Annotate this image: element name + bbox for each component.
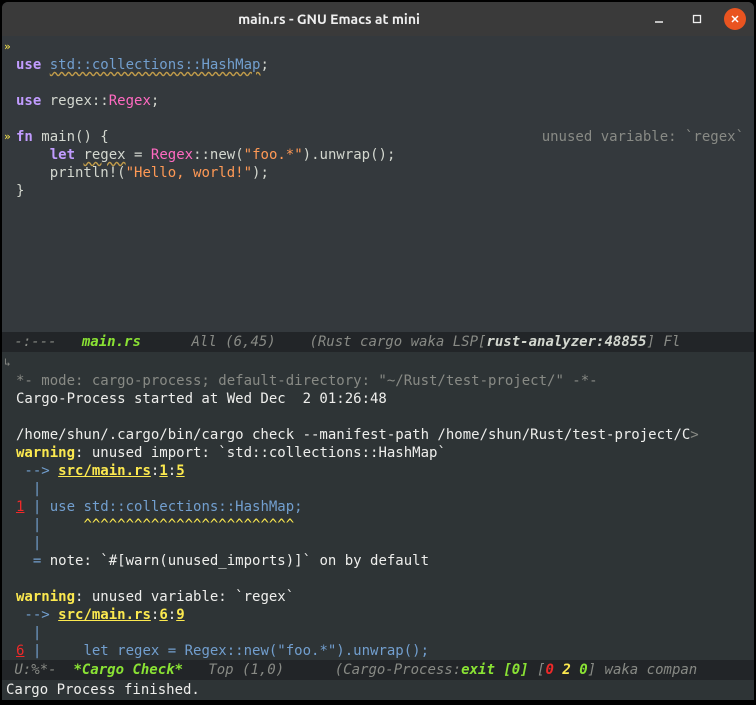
warning-label: warning [16, 589, 75, 605]
code-variable: regex [83, 147, 125, 163]
fringe-warning-icon: » [4, 128, 11, 146]
buffer-name: main.rs [65, 334, 141, 350]
close-button[interactable] [724, 8, 746, 30]
diagnostic-caret: ^^^^^^^^^^^^^^^^^^^^^^^^^ [83, 517, 294, 533]
modeline-top[interactable]: -:--- main.rs All (6,45) (Rust cargo wak… [2, 332, 754, 352]
emacs-window: main.rs - GNU Emacs at mini »use std::co… [2, 2, 754, 700]
code-keyword: use [16, 93, 41, 109]
code-keyword: let [50, 147, 75, 163]
warning-label: warning [16, 445, 75, 461]
process-exit-status: exit [0] [461, 662, 528, 678]
inline-diagnostic: unused variable: `regex` [542, 128, 744, 146]
editor-pane[interactable]: »use std::collections::HashMap; use rege… [2, 36, 754, 332]
src-location-link[interactable]: src/main.rs [58, 607, 151, 623]
code-import-path: std::collections::HashMap [50, 57, 261, 73]
modeline-bottom[interactable]: U:%*- *Cargo Check* Top (1,0) (Cargo-Pro… [2, 660, 754, 680]
minimize-button[interactable] [648, 8, 670, 30]
output-command: /home/shun/.cargo/bin/cargo check --mani… [16, 427, 690, 443]
window-buttons [648, 8, 746, 30]
code-keyword: fn [16, 129, 33, 145]
minibuffer[interactable]: Cargo Process finished. [2, 680, 754, 700]
maximize-button[interactable] [686, 8, 708, 30]
titlebar[interactable]: main.rs - GNU Emacs at mini [2, 2, 754, 36]
buffer-name: *Cargo Check* [73, 662, 183, 678]
code-keyword: use [16, 57, 41, 73]
fringe-warning-icon: » [4, 38, 11, 56]
cargo-output-pane[interactable]: ↳ *- mode: cargo-process; default-directo… [2, 352, 754, 660]
lsp-status: rust-analyzer:48855 [486, 334, 646, 350]
src-location-link[interactable]: src/main.rs [58, 463, 151, 479]
output-header: *- mode: cargo-process; default-director… [16, 373, 598, 389]
window-title: main.rs - GNU Emacs at mini [10, 10, 648, 28]
wrap-indicator-icon: ↳ [4, 354, 11, 372]
output-line: Cargo-Process started at Wed Dec 2 01:26… [16, 391, 387, 407]
